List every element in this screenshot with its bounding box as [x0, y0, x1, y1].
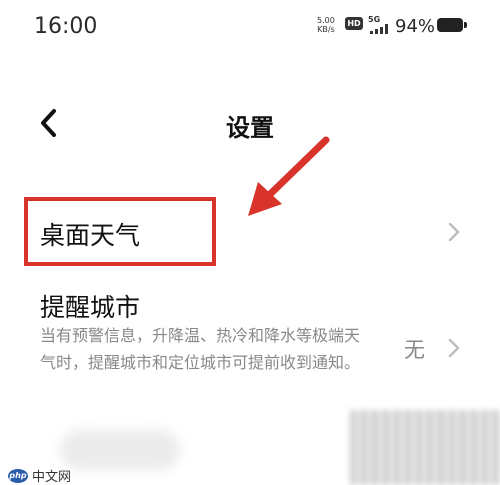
- battery-icon: [437, 18, 467, 32]
- remind-city-description: 当有预警信息，升降温、热冷和降水等极端天气时，提醒城市和定位城市可提前收到通知。: [40, 326, 361, 372]
- remind-city-label: 提醒城市: [40, 293, 141, 322]
- arrow-annotation-icon: [248, 136, 330, 216]
- chevron-right-icon: [448, 338, 460, 358]
- remind-city-item[interactable]: 提醒城市 当有预警信息，升降温、热冷和降水等极端天气时，提醒城市和定位城市可提前…: [0, 284, 500, 409]
- hd-icon: HD: [345, 17, 363, 30]
- chevron-right-icon: [448, 222, 460, 242]
- watermark-logo: php: [8, 468, 28, 483]
- watermark: php 中文网: [8, 466, 71, 485]
- net-speed-unit: KB/s: [317, 25, 335, 34]
- battery-percent: 94%: [395, 16, 436, 37]
- signal-icon: [370, 24, 388, 34]
- mosaic-blur: [350, 410, 500, 485]
- status-bar: 16:00 5.00 KB/s HD 5G 94%: [0, 0, 500, 56]
- highlight-box: [24, 197, 216, 266]
- status-time: 16:00: [34, 14, 98, 39]
- net-speed: 5.00 KB/s: [317, 16, 335, 34]
- blurred-content: [60, 430, 180, 470]
- watermark-text: 中文网: [32, 470, 72, 485]
- net-speed-value: 5.00: [317, 16, 335, 25]
- remind-city-value: 无: [404, 338, 425, 362]
- network-type: 5G: [368, 15, 381, 24]
